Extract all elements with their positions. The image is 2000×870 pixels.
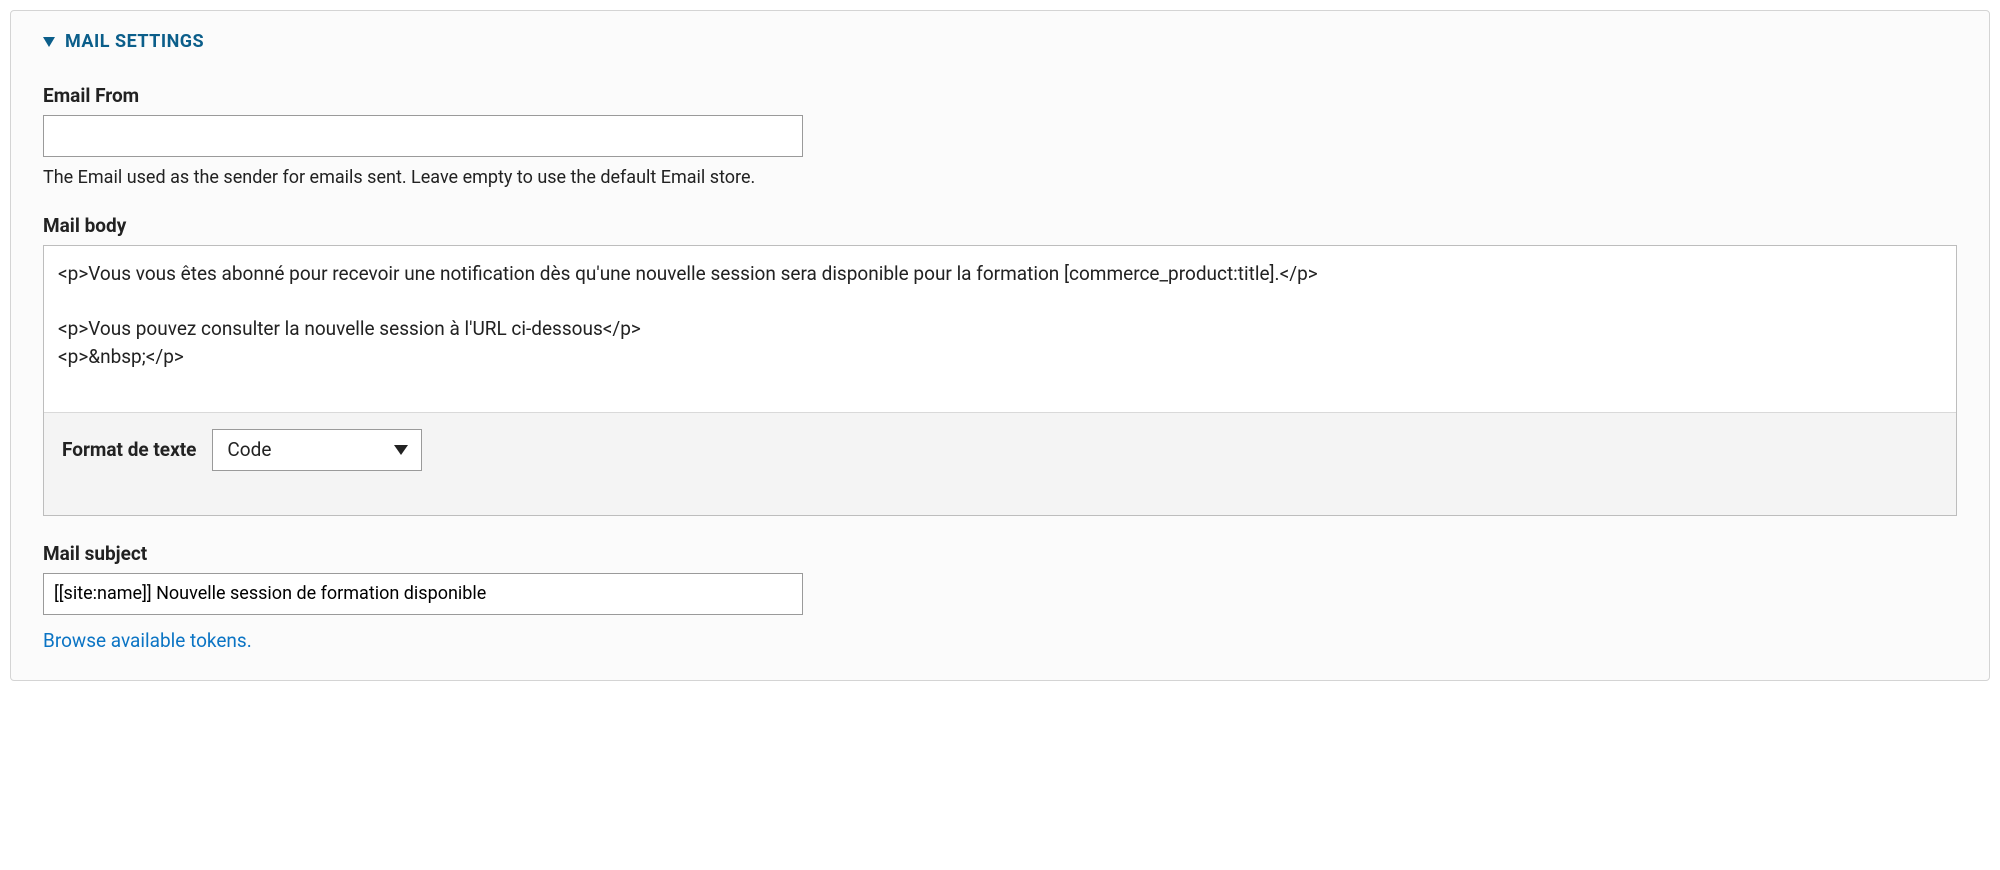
mail-settings-fieldset: MAIL SETTINGS Email From The Email used … [10, 10, 1990, 681]
email-from-label: Email From [43, 84, 1957, 107]
mail-subject-input[interactable] [43, 573, 803, 615]
fieldset-legend-toggle[interactable]: MAIL SETTINGS [43, 31, 1957, 52]
browse-tokens-link[interactable]: Browse available tokens. [43, 629, 252, 652]
text-format-label: Format de texte [62, 438, 196, 461]
mail-body-label: Mail body [43, 214, 1957, 237]
text-format-select-wrap: Code [212, 429, 422, 471]
mail-subject-label: Mail subject [43, 542, 1957, 565]
collapse-icon [43, 37, 55, 47]
text-format-bar: Format de texte Code [44, 413, 1956, 515]
mail-subject-group: Mail subject [43, 542, 1957, 615]
mail-body-textarea[interactable] [44, 246, 1956, 413]
email-from-group: Email From The Email used as the sender … [43, 84, 1957, 188]
fieldset-legend-text: MAIL SETTINGS [65, 31, 204, 52]
mail-body-wrapper: Format de texte Code [43, 245, 1957, 516]
email-from-help: The Email used as the sender for emails … [43, 167, 1957, 188]
mail-body-group: Mail body Format de texte Code [43, 214, 1957, 516]
text-format-select[interactable]: Code [212, 429, 422, 471]
email-from-input[interactable] [43, 115, 803, 157]
